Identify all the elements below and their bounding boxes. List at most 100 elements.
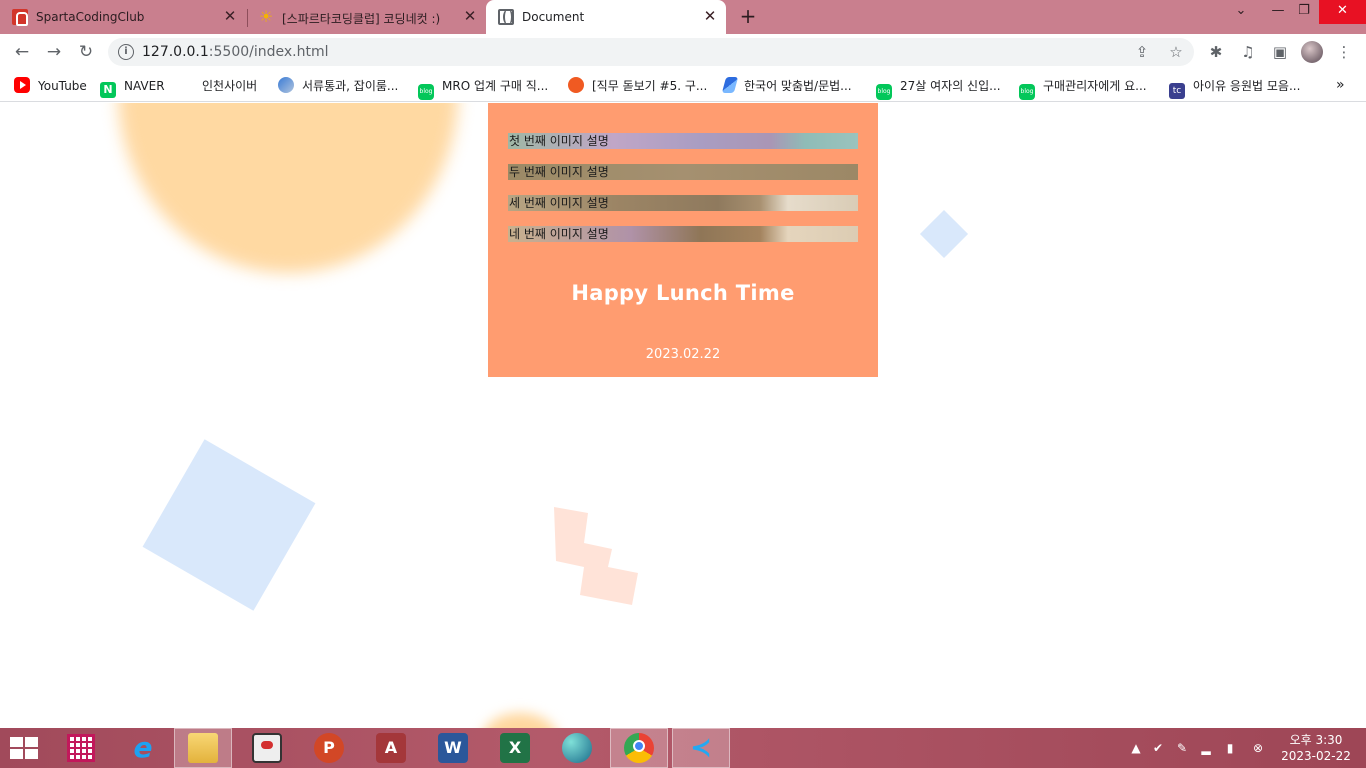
restore-button[interactable]: ❐ — [1290, 0, 1318, 24]
tab-strip: SpartaCodingClub ✕ ☀ [스파르타코딩클럽] 코딩네컷 :) … — [0, 0, 1366, 34]
bookmark-purchase-manager[interactable]: blog 구매관리자에게 요... — [1019, 77, 1147, 100]
bookmark-star-icon[interactable]: ☆ — [1166, 42, 1186, 62]
swirl-app-icon[interactable] — [548, 728, 606, 768]
window-close-button[interactable]: ✕ — [1319, 0, 1366, 24]
chrome-icon[interactable] — [610, 728, 668, 768]
url-path: :5500/index.html — [208, 44, 329, 60]
bookmark-label: YouTube — [38, 79, 87, 93]
internet-explorer-icon[interactable]: e — [114, 728, 172, 768]
toggle-app-icon[interactable] — [238, 728, 296, 768]
bookmark-27-newcomer[interactable]: blog 27살 여자의 신입... — [876, 77, 1001, 100]
globe-icon — [498, 9, 514, 25]
vscode-icon[interactable]: ≺ — [672, 728, 730, 768]
volume-muted-icon[interactable]: ⊗ — [1250, 740, 1266, 756]
reload-icon[interactable]: ↻ — [74, 41, 98, 63]
image-caption: 두 번째 이미지 설명 — [509, 165, 609, 179]
apps-grid-icon[interactable] — [52, 728, 110, 768]
vscode-glyph: ≺ — [690, 733, 712, 763]
sparta-icon — [12, 9, 28, 26]
excel-icon[interactable]: X — [486, 728, 544, 768]
spellcheck-icon — [721, 77, 739, 93]
bookmark-incheon-cyber[interactable]: 인천사이버 — [202, 77, 257, 95]
bookmark-iu-cheer[interactable]: tc 아이유 응원법 모음... — [1169, 77, 1301, 99]
tab-title: SpartaCodingClub — [36, 10, 145, 24]
lunch-card: 첫 번째 이미지 설명 두 번째 이미지 설명 세 번째 이미지 설명 네 번째… — [488, 103, 878, 377]
image-slide[interactable]: 두 번째 이미지 설명 — [508, 164, 858, 180]
bookmarks-overflow-icon[interactable]: » — [1336, 77, 1345, 93]
card-title: Happy Lunch Time — [571, 281, 795, 305]
close-icon[interactable]: ✕ — [222, 8, 238, 24]
bookmark-naver[interactable]: N NAVER — [100, 77, 165, 98]
word-icon[interactable]: W — [424, 728, 482, 768]
minimize-button[interactable]: — — [1264, 0, 1292, 24]
url-host: 127.0.0.1 — [142, 44, 209, 60]
menu-kebab-icon[interactable]: ⋮ — [1334, 42, 1354, 62]
battery-icon[interactable]: ▮ — [1222, 740, 1238, 756]
tab-search-chevron-icon[interactable]: ⌄ — [1227, 0, 1255, 24]
bookmark-youtube[interactable]: YouTube — [14, 77, 87, 95]
security-shield-icon[interactable]: ✔ — [1150, 740, 1166, 756]
bookmark-label: 구매관리자에게 요... — [1043, 79, 1147, 93]
image-slide[interactable]: 첫 번째 이미지 설명 — [508, 133, 858, 149]
sun-icon: ☀ — [258, 7, 274, 26]
network-signal-icon[interactable]: ▂ — [1198, 740, 1214, 756]
back-arrow-icon[interactable]: ← — [10, 41, 34, 63]
bookmark-job-lens[interactable]: [직무 돋보기 #5. 구... — [568, 77, 707, 95]
image-caption: 첫 번째 이미지 설명 — [509, 134, 609, 148]
site-info-icon[interactable]: i — [118, 44, 134, 60]
file-explorer-icon[interactable] — [174, 728, 232, 768]
card-date: 2023.02.22 — [645, 347, 721, 362]
bookmark-job-room[interactable]: 서류통과, 잡이룸... — [278, 77, 398, 95]
access-glyph: A — [376, 733, 406, 763]
pen-tray-icon[interactable]: ✎ — [1174, 740, 1190, 756]
bookmark-label: NAVER — [124, 79, 165, 93]
tab-coding-four-cut[interactable]: ☀ [스파르타코딩클럽] 코딩네컷 :) ✕ — [246, 0, 486, 34]
browser-toolbar: ← → ↻ i 127.0.0.1:5500/index.html ⇪ ☆ ✱ … — [0, 34, 1366, 70]
url-text[interactable]: 127.0.0.1:5500/index.html — [142, 44, 329, 60]
forward-arrow-icon[interactable]: → — [42, 41, 66, 63]
folder-glyph — [188, 733, 218, 763]
bookmark-spellcheck[interactable]: 한국어 맞춤법/문법... — [721, 77, 852, 95]
excel-glyph: X — [500, 733, 530, 763]
apps-grid-glyph — [67, 734, 95, 762]
chrome-glyph — [624, 733, 654, 763]
windows-start-icon[interactable] — [10, 737, 38, 759]
bookmark-label: [직무 돋보기 #5. 구... — [592, 79, 708, 93]
bookmark-label: 한국어 맞춤법/문법... — [744, 79, 852, 93]
decor-peach-zigzag — [554, 507, 638, 605]
close-icon[interactable]: ✕ — [702, 8, 718, 24]
decor-blue-diamond — [919, 209, 969, 259]
decor-orange-blob — [480, 713, 560, 728]
windows-taskbar: e P A W X ≺ ▲ ✔ ✎ ▂ ▮ ⊗ 오후 3:30 2023-02-… — [0, 728, 1366, 768]
address-bar[interactable]: i 127.0.0.1:5500/index.html ⇪ ☆ — [108, 38, 1194, 66]
clock-date: 2023-02-22 — [1281, 749, 1351, 763]
tray-expand-icon[interactable]: ▲ — [1128, 740, 1144, 756]
profile-avatar[interactable] — [1301, 41, 1323, 63]
bookmark-label: MRO 업계 구매 직... — [442, 79, 549, 93]
access-icon[interactable]: A — [362, 728, 420, 768]
close-icon[interactable]: ✕ — [462, 8, 478, 24]
taskbar-clock[interactable]: 오후 3:30 2023-02-22 — [1276, 732, 1356, 764]
ie-glyph: e — [133, 731, 153, 764]
extensions-puzzle-icon[interactable]: ✱ — [1206, 42, 1226, 62]
bookmark-mro[interactable]: blog MRO 업계 구매 직... — [418, 77, 549, 100]
clock-time: 오후 3:30 — [1289, 733, 1343, 747]
bookmark-label: 27살 여자의 신입... — [900, 79, 1001, 93]
media-control-icon[interactable]: ♫ — [1238, 42, 1258, 62]
globe-icon — [278, 77, 294, 93]
naver-icon: N — [100, 82, 116, 98]
tab-document[interactable]: Document ✕ — [486, 0, 726, 34]
share-icon[interactable]: ⇪ — [1132, 42, 1152, 62]
blog-icon: blog — [1019, 84, 1035, 100]
side-panel-icon[interactable]: ▣ — [1270, 42, 1290, 62]
chrome-center — [633, 740, 645, 752]
image-slide[interactable]: 세 번째 이미지 설명 — [508, 195, 858, 211]
image-slide[interactable]: 네 번째 이미지 설명 — [508, 226, 858, 242]
page-viewport: 첫 번째 이미지 설명 두 번째 이미지 설명 세 번째 이미지 설명 네 번째… — [0, 103, 1366, 728]
powerpoint-icon[interactable]: P — [300, 728, 358, 768]
tab-spartacodingclub[interactable]: SpartaCodingClub ✕ — [0, 0, 246, 34]
bookmark-label: 아이유 응원법 모음... — [1193, 79, 1301, 93]
tab-title: [스파르타코딩클럽] 코딩네컷 :) — [282, 12, 441, 26]
image-caption: 네 번째 이미지 설명 — [509, 227, 609, 241]
new-tab-button[interactable]: + — [737, 5, 759, 27]
